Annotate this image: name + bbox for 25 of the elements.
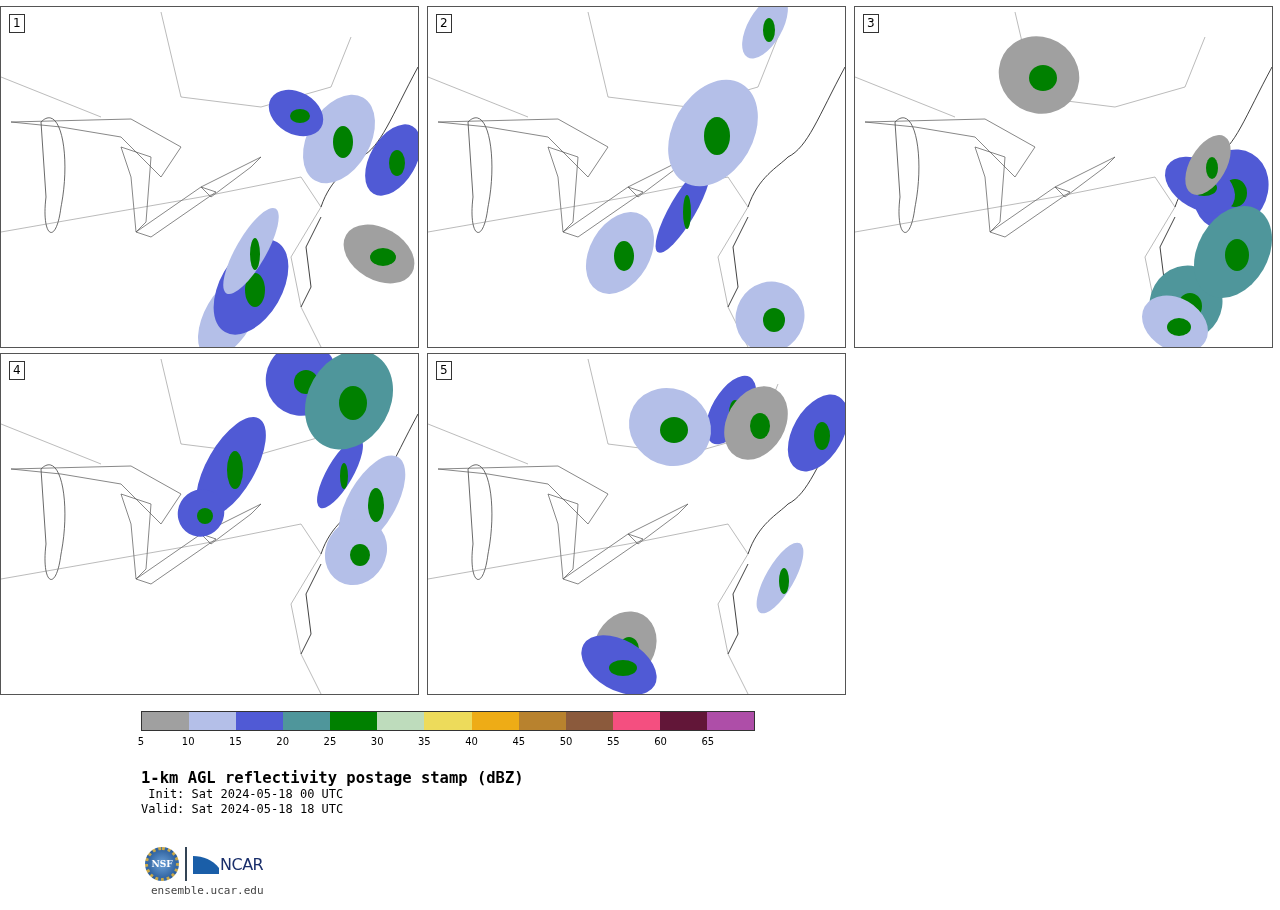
panel-number: 5: [436, 361, 452, 380]
site-url: ensemble.ucar.edu: [151, 884, 265, 897]
valid-time: Valid: Sat 2024-05-18 18 UTC: [141, 802, 345, 817]
tick-label: 60: [654, 736, 667, 747]
tick-label: 45: [512, 736, 526, 747]
tick-label: 30: [370, 736, 384, 747]
tick-label: 15: [229, 736, 242, 747]
panel-number: 3: [863, 14, 879, 33]
tick-label: 35: [418, 736, 431, 747]
tick-label: 5: [137, 736, 145, 747]
tick-label: 55: [606, 736, 620, 747]
panel-number: 1: [9, 14, 25, 33]
chart-title: 1-km AGL reflectivity postage stamp (dBZ): [141, 769, 525, 787]
seal-logo: NSF: [145, 847, 179, 881]
panel-number: 4: [9, 361, 25, 380]
tick-label: 10: [181, 736, 195, 747]
tick-label: 25: [323, 736, 337, 747]
wordmark-logo: NCAR: [220, 854, 264, 874]
tick-label: 20: [276, 736, 290, 747]
tick-label: 50: [559, 736, 573, 747]
swoosh-icon: [193, 854, 219, 874]
tick-label: 65: [701, 736, 715, 747]
init-time: Init: Sat 2024-05-18 00 UTC: [147, 787, 345, 802]
tick-label: 40: [465, 736, 478, 747]
panel-number: 2: [436, 14, 452, 33]
